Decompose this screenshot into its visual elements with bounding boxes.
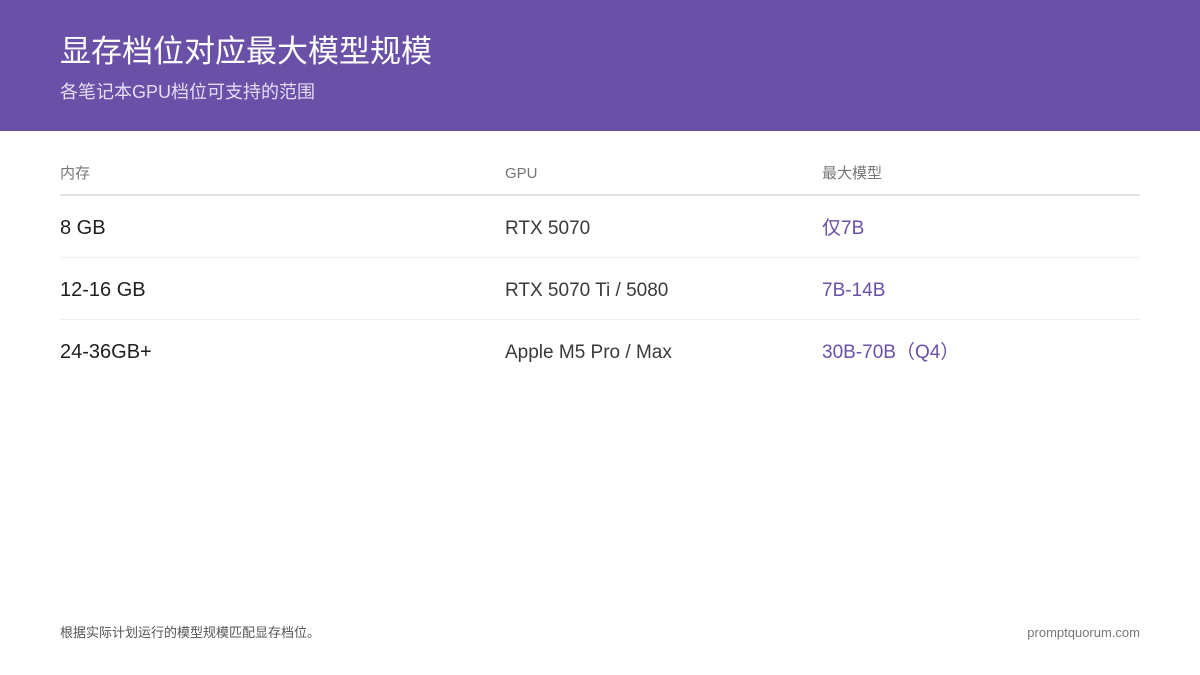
column-header-gpu: GPU bbox=[505, 165, 538, 182]
table-row: 12-16 GB RTX 5070 Ti / 5080 7B-14B bbox=[60, 258, 1140, 320]
footer-note: 根据实际计划运行的模型规模匹配显存档位。 bbox=[60, 625, 321, 640]
memory-cell: 24-36GB+ bbox=[60, 341, 152, 363]
max-model-cell: 仅7B bbox=[822, 218, 865, 239]
footer-brand: promptquorum.com bbox=[1027, 625, 1140, 640]
gpu-cell: Apple M5 Pro / Max bbox=[505, 342, 672, 363]
gpu-cell: RTX 5070 bbox=[505, 218, 591, 239]
max-model-cell: 7B-14B bbox=[822, 280, 886, 301]
memory-cell: 8 GB bbox=[60, 217, 106, 239]
table-row: 8 GB RTX 5070 仅7B bbox=[60, 196, 1140, 258]
page-title: 显存档位对应最大模型规模 bbox=[60, 34, 432, 69]
column-header-max-model: 最大模型 bbox=[822, 165, 883, 182]
memory-cell: 12-16 GB bbox=[60, 279, 146, 301]
header-banner: 显存档位对应最大模型规模 各笔记本GPU档位可支持的范围 bbox=[0, 0, 1200, 131]
column-header-memory: 内存 bbox=[60, 165, 91, 182]
table-row: 24-36GB+ Apple M5 Pro / Max 30B-70B（Q4） bbox=[60, 320, 1140, 382]
page-subtitle: 各笔记本GPU档位可支持的范围 bbox=[60, 82, 316, 102]
vram-table: 内存 GPU 最大模型 8 GB RTX 5070 仅7B 12-16 GB R… bbox=[60, 160, 1140, 382]
table-header: 内存 GPU 最大模型 bbox=[60, 160, 1140, 196]
gpu-cell: RTX 5070 Ti / 5080 bbox=[505, 280, 669, 301]
max-model-cell: 30B-70B（Q4） bbox=[822, 342, 960, 363]
